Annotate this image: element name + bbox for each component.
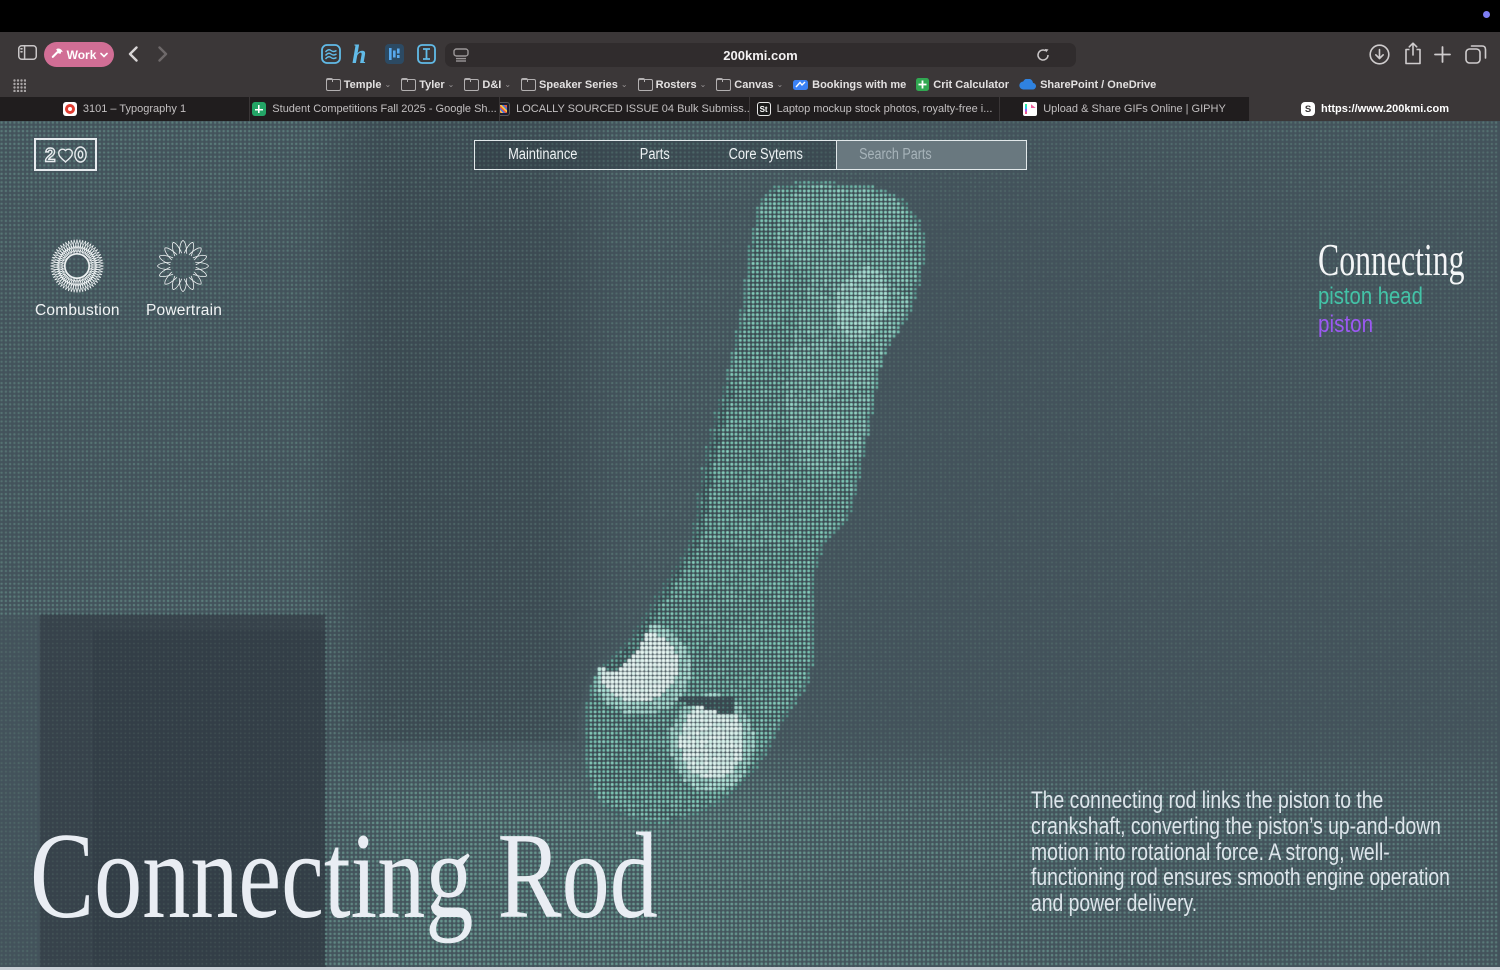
svg-text:2: 2 xyxy=(45,146,56,167)
